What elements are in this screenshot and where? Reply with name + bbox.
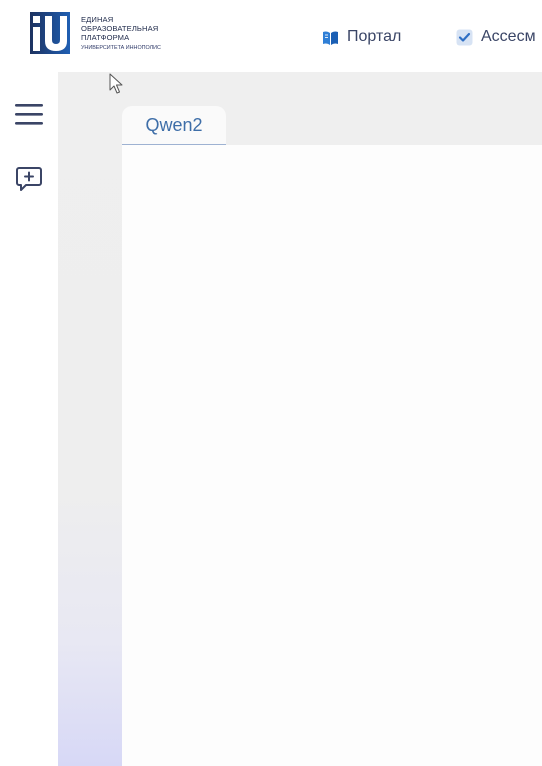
chat-add-icon bbox=[16, 167, 42, 191]
nav-assessment-label: Ассесм bbox=[481, 28, 536, 45]
chat-content-area[interactable] bbox=[122, 145, 542, 766]
platform-logo[interactable]: ЕДИНАЯ ОБРАЗОВАТЕЛЬНАЯ ПЛАТФОРМА УНИВЕРС… bbox=[30, 12, 200, 56]
hamburger-menu-button[interactable] bbox=[13, 102, 45, 128]
top-header: ЕДИНАЯ ОБРАЗОВАТЕЛЬНАЯ ПЛАТФОРМА УНИВЕРС… bbox=[0, 0, 542, 72]
mouse-cursor-icon bbox=[109, 73, 125, 95]
logo-line-3: ПЛАТФОРМА bbox=[81, 33, 130, 42]
logo-line-2: ОБРАЗОВАТЕЛЬНАЯ bbox=[81, 24, 159, 33]
logo-line-1: ЕДИНАЯ bbox=[81, 15, 114, 24]
logo-line-4: УНИВЕРСИТЕТА ИННОПОЛИС bbox=[81, 45, 161, 51]
nav-portal-label: Портал bbox=[347, 28, 402, 45]
logo-text: ЕДИНАЯ ОБРАЗОВАТЕЛЬНАЯ ПЛАТФОРМА УНИВЕРС… bbox=[81, 15, 161, 53]
nav-assessment-link[interactable]: Ассесм bbox=[456, 26, 536, 48]
hamburger-menu-icon bbox=[15, 104, 43, 125]
nav-portal-link[interactable]: Портал bbox=[322, 26, 401, 48]
book-icon bbox=[322, 29, 339, 46]
tab-qwen2-label: Qwen2 bbox=[145, 114, 203, 135]
left-sidebar bbox=[0, 72, 58, 766]
tab-qwen2[interactable]: Qwen2 bbox=[122, 106, 226, 145]
iu-logo-icon bbox=[30, 12, 70, 54]
main-panel: Qwen2 bbox=[58, 72, 542, 766]
new-chat-button[interactable] bbox=[14, 164, 44, 194]
checkbox-icon bbox=[456, 29, 473, 46]
